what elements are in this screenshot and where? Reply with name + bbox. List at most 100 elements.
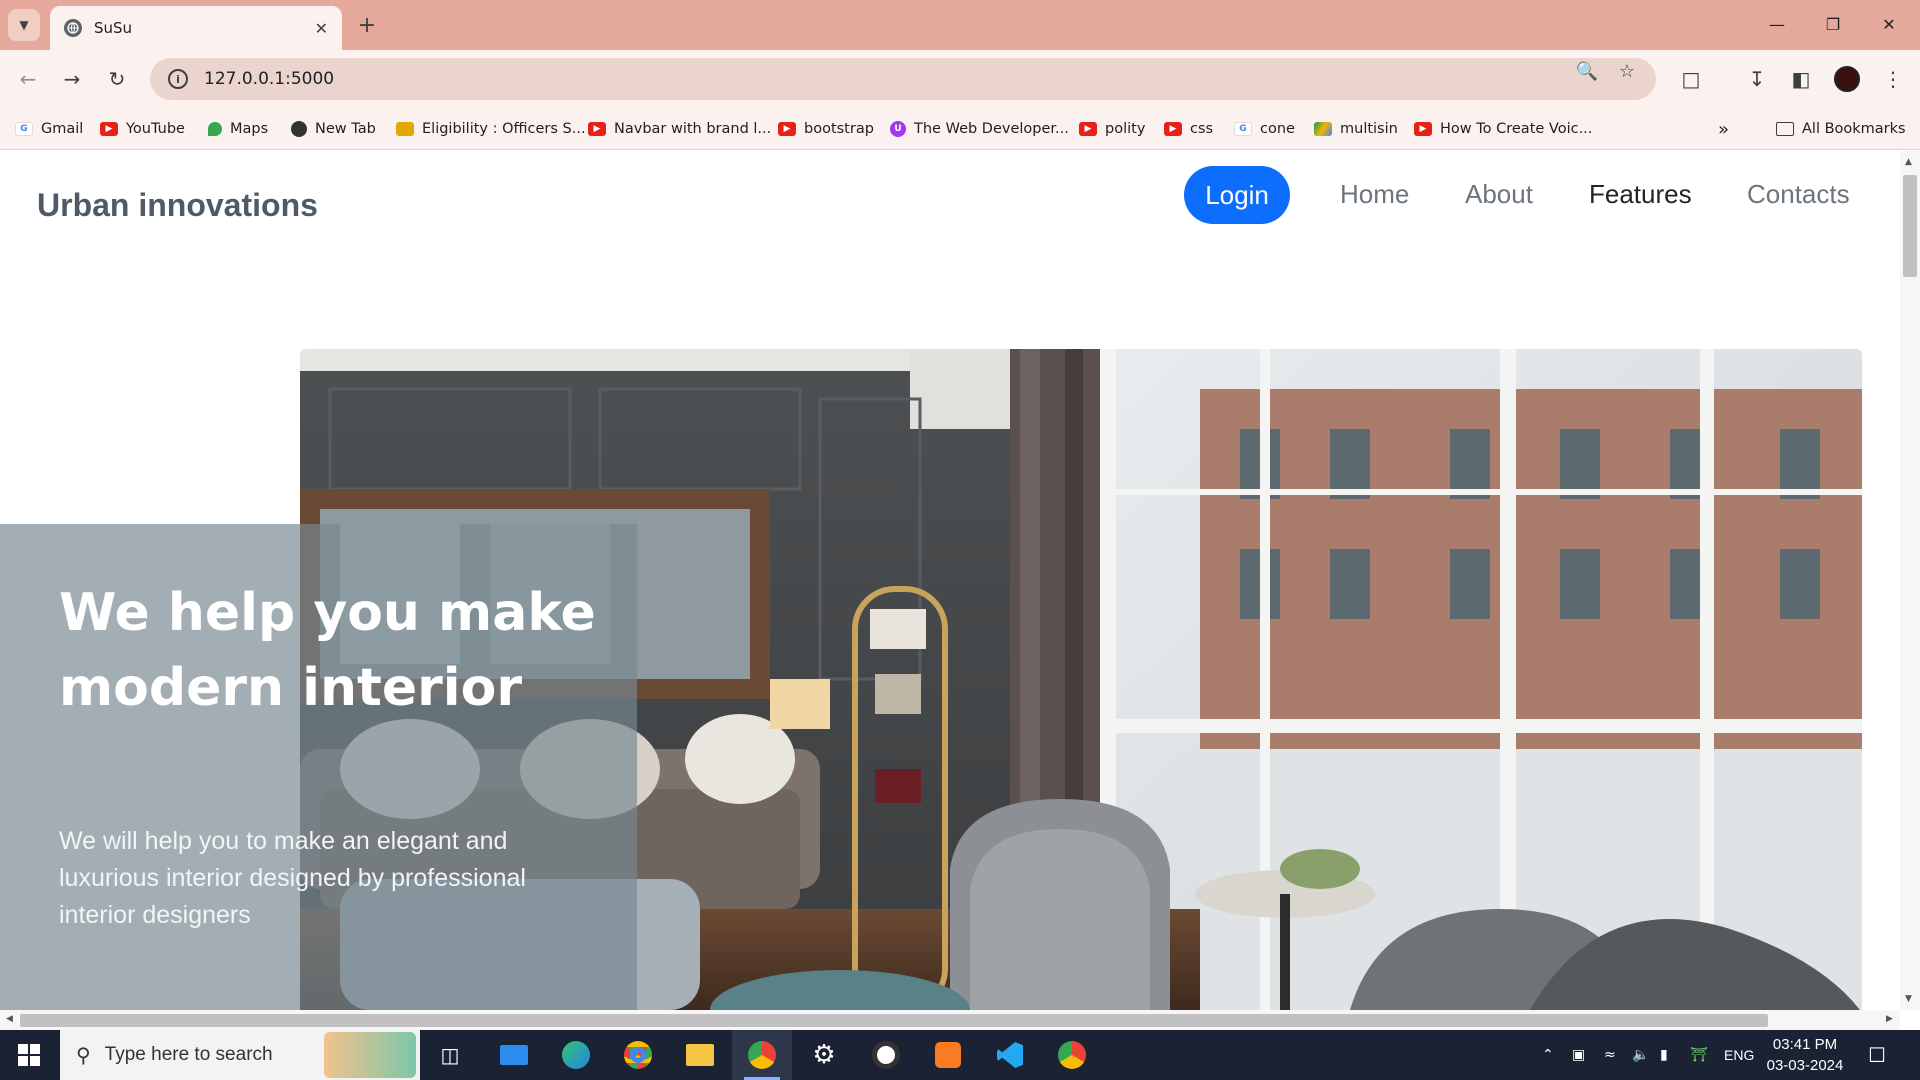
meet-now-icon[interactable]: ▣ [1572, 1030, 1585, 1080]
nav-features[interactable]: Features [1589, 179, 1692, 210]
windows-taskbar: ⚲ Type here to search ◫ ⚙ ⌃ ▣ ≈ 🔈 ▮ ⛩ EN… [0, 1030, 1920, 1080]
tab-title: SuSu [94, 19, 133, 37]
bookmark-item[interactable]: U The Web Developer... [890, 119, 1069, 139]
clock-date: 03-03-2024 [1766, 1057, 1844, 1074]
taskbar-clock[interactable]: 03:41 PM 03-03-2024 [1760, 1034, 1850, 1076]
bookmark-item[interactable]: ▶ Navbar with brand l... [588, 119, 771, 139]
bookmark-item[interactable]: ▶ css [1164, 119, 1213, 139]
nav-contacts[interactable]: Contacts [1747, 179, 1850, 210]
youtube-icon: ▶ [1079, 122, 1097, 136]
mail-icon[interactable] [484, 1030, 544, 1080]
vscode-icon[interactable] [980, 1030, 1040, 1080]
youtube-icon: ▶ [1414, 122, 1432, 136]
bookmark-item[interactable]: Eligibility : Officers S... [396, 119, 586, 139]
login-button[interactable]: Login [1184, 166, 1290, 224]
url-text: 127.0.0.1:5000 [204, 69, 335, 89]
scroll-up-arrow-icon[interactable]: ▲ [1905, 157, 1912, 167]
drive-icon [1314, 122, 1332, 136]
taskbar-search[interactable]: ⚲ Type here to search [60, 1030, 420, 1080]
download-icon[interactable]: ↧ [1741, 63, 1773, 95]
wifi-icon[interactable]: ≈ [1604, 1030, 1616, 1080]
globe-icon [64, 19, 82, 37]
volume-icon[interactable]: 🔈 [1632, 1030, 1649, 1080]
bookmark-item[interactable]: ▶ bootstrap [778, 119, 874, 139]
browser-tabstrip: ▼ SuSu ✕ + — ❐ ✕ [0, 0, 1920, 50]
udemy-icon: U [890, 121, 906, 137]
security-shield-icon[interactable]: ⛩ [1690, 1030, 1708, 1080]
window-close-button[interactable]: ✕ [1866, 8, 1912, 40]
scroll-down-arrow-icon[interactable]: ▼ [1905, 994, 1912, 1004]
chrome-alt-icon[interactable] [1042, 1030, 1102, 1080]
language-indicator[interactable]: ENG [1724, 1030, 1754, 1080]
forward-button[interactable]: → [56, 63, 88, 95]
battery-icon[interactable]: ▮ [1660, 1030, 1668, 1080]
more-bookmarks-chevron-icon[interactable]: » [1718, 119, 1729, 140]
side-panel-icon[interactable]: ◧ [1785, 63, 1817, 95]
chevron-down-icon: ▼ [19, 18, 29, 32]
windows-icon [18, 1044, 40, 1066]
edge-icon[interactable] [546, 1030, 606, 1080]
nav-about[interactable]: About [1465, 179, 1533, 210]
bookmark-item[interactable]: Gcone [1234, 119, 1295, 139]
all-bookmarks[interactable]: All Bookmarks [1776, 119, 1906, 139]
bookmark-item[interactable]: ▶ How To Create Voic... [1414, 119, 1592, 139]
bookmarks-bar: G Gmail ▶ YouTube Maps New Tab Eligibility… [0, 108, 1920, 150]
reload-button[interactable]: ↻ [101, 63, 133, 95]
bookmark-star-icon[interactable]: ☆ [1617, 61, 1637, 82]
bookmark-item[interactable]: New Tab [291, 119, 376, 139]
scroll-left-arrow-icon[interactable]: ◀ [6, 1014, 13, 1024]
vertical-scrollbar[interactable]: ▲ ▼ [1900, 151, 1920, 1010]
close-icon[interactable]: ✕ [315, 19, 328, 38]
search-icon: ⚲ [76, 1043, 91, 1067]
bookmark-item[interactable]: Maps [208, 119, 268, 139]
youtube-icon: ▶ [588, 122, 606, 136]
new-tab-button[interactable]: + [352, 10, 382, 40]
folder-icon [1776, 122, 1794, 136]
emblem-icon [396, 122, 414, 136]
browser-toolbar: ← → ↻ i 127.0.0.1:5000 🔍 ☆ □ ↧ ◧ ⋮ [0, 50, 1920, 108]
youtube-icon: ▶ [778, 122, 796, 136]
horizontal-scrollbar[interactable]: ◀ ▶ [0, 1010, 1900, 1030]
globe-icon [291, 121, 307, 137]
start-button[interactable] [0, 1030, 58, 1080]
page-viewport: Urban innovations Login Home About Featu… [0, 151, 1900, 1010]
nav-home[interactable]: Home [1340, 179, 1409, 210]
address-bar[interactable]: i 127.0.0.1:5000 [150, 58, 1656, 100]
zoom-icon[interactable]: 🔍 [1576, 61, 1598, 82]
google-icon: G [15, 122, 33, 136]
taskbar-search-placeholder: Type here to search [104, 1044, 273, 1065]
site-info-icon[interactable]: i [168, 69, 188, 89]
scroll-right-arrow-icon[interactable]: ▶ [1886, 1014, 1893, 1024]
settings-gear-icon[interactable]: ⚙ [794, 1030, 854, 1080]
notification-icon[interactable]: ☐ [1868, 1030, 1886, 1080]
chrome-profile-icon[interactable] [732, 1030, 792, 1080]
vertical-scroll-thumb[interactable] [1903, 175, 1917, 277]
tab-search-button[interactable]: ▼ [8, 9, 40, 41]
task-view-icon[interactable]: ◫ [420, 1030, 480, 1080]
bookmark-item[interactable]: G Gmail [15, 119, 83, 139]
tray-chevron-up-icon[interactable]: ⌃ [1542, 1030, 1554, 1080]
browser-tab[interactable]: SuSu ✕ [50, 6, 342, 50]
file-explorer-icon[interactable] [670, 1030, 730, 1080]
search-highlight-icon [324, 1032, 416, 1078]
restore-button[interactable]: ❐ [1810, 8, 1856, 40]
site-brand[interactable]: Urban innovations [37, 187, 318, 224]
profile-avatar[interactable] [1834, 66, 1860, 92]
youtube-icon: ▶ [1164, 122, 1182, 136]
bookmark-item[interactable]: ▶ YouTube [100, 119, 185, 139]
maps-icon [208, 122, 222, 136]
obs-icon[interactable] [856, 1030, 916, 1080]
extensions-icon[interactable]: □ [1675, 63, 1707, 95]
minimize-button[interactable]: — [1754, 8, 1800, 40]
menu-icon[interactable]: ⋮ [1877, 63, 1909, 95]
clock-time: 03:41 PM [1772, 1036, 1838, 1053]
bookmark-item[interactable]: multisin [1314, 119, 1398, 139]
hero-title: We help you make modern interior [59, 583, 596, 718]
xampp-icon[interactable] [918, 1030, 978, 1080]
google-icon: G [1234, 122, 1252, 136]
hero-subtitle: We will help you to make an elegant and … [59, 827, 526, 929]
bookmark-item[interactable]: ▶ polity [1079, 119, 1145, 139]
chrome-icon[interactable] [608, 1030, 668, 1080]
back-button[interactable]: ← [12, 63, 44, 95]
horizontal-scroll-thumb[interactable] [20, 1014, 1768, 1027]
